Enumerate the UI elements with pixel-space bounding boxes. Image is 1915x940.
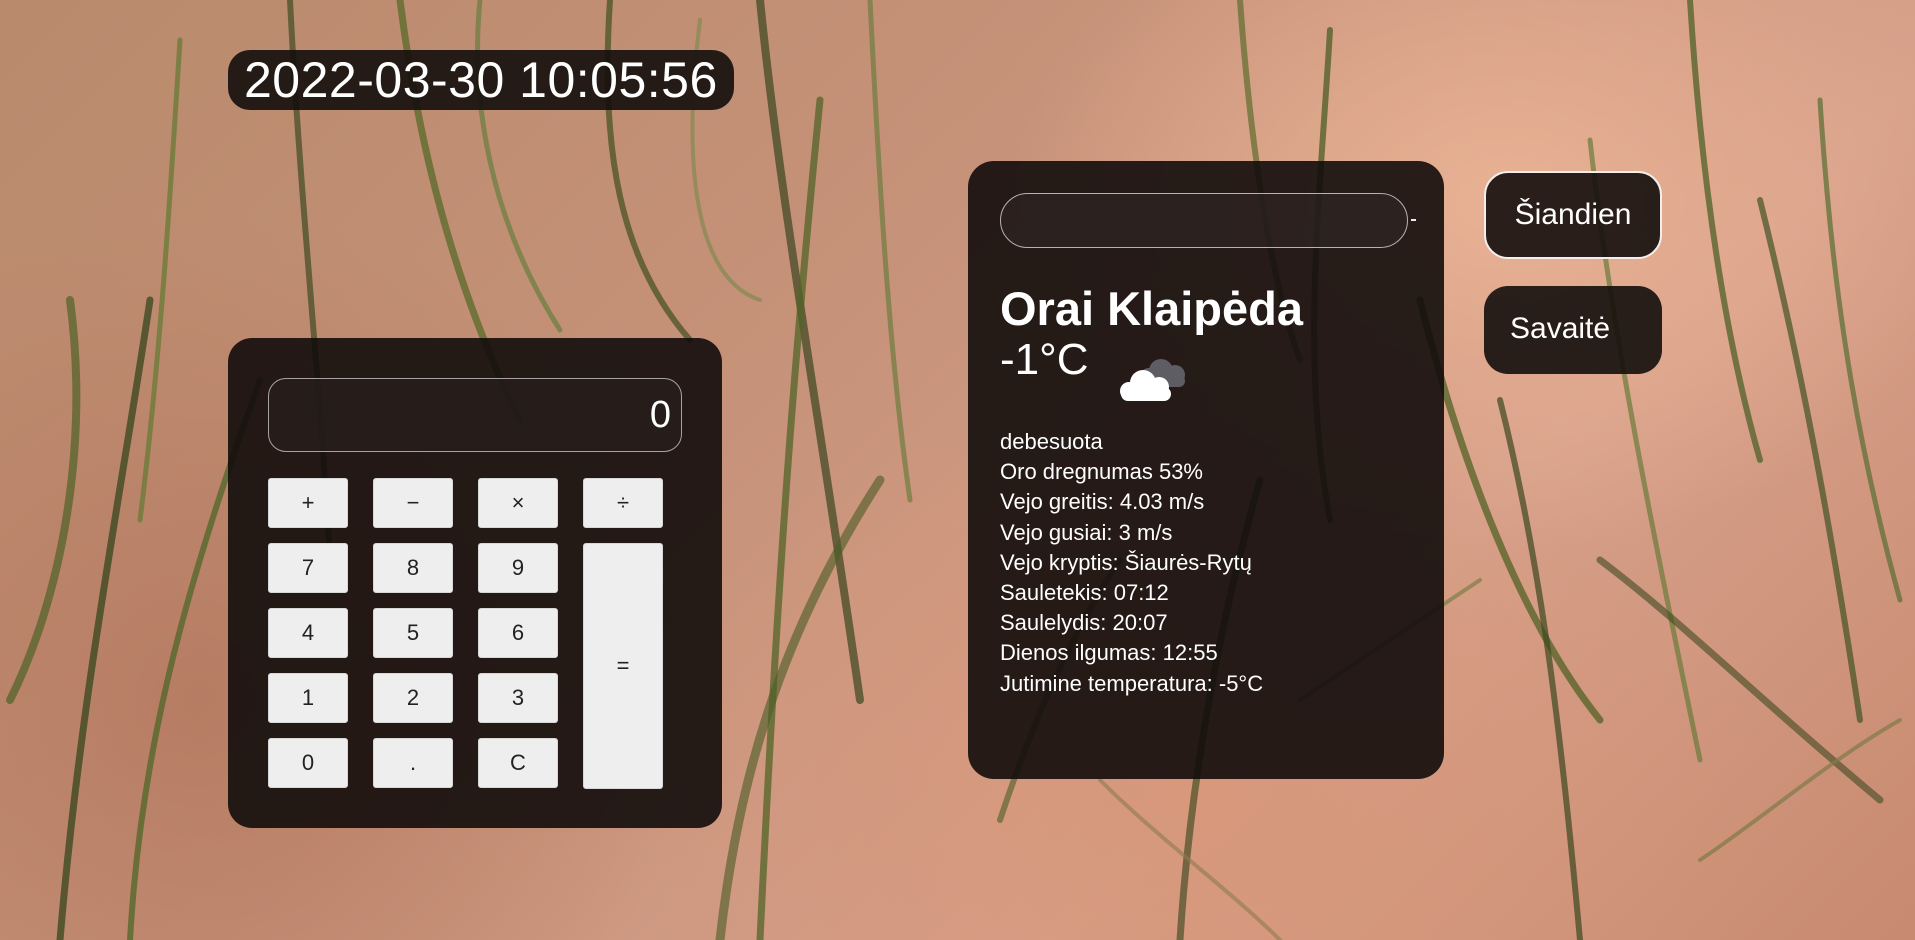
calculator-display: 0 xyxy=(268,378,682,452)
digit-7-key[interactable]: 7 xyxy=(268,543,348,593)
digit-3-key[interactable]: 3 xyxy=(478,673,558,723)
sunrise-text: Sauletekis: 07:12 xyxy=(1000,580,1169,606)
cloudy-icon xyxy=(1120,359,1185,401)
digit-6-key[interactable]: 6 xyxy=(478,608,558,658)
digit-8-key[interactable]: 8 xyxy=(373,543,453,593)
humidity-text: Oro dregnumas 53% xyxy=(1000,459,1203,485)
input-edge-mark xyxy=(1411,219,1416,221)
weather-panel: Orai Klaipėda -1°C debesuota Oro dregnum… xyxy=(968,161,1444,779)
clear-key[interactable]: C xyxy=(478,738,558,788)
day-length-text: Dienos ilgumas: 12:55 xyxy=(1000,640,1218,666)
plus-key[interactable]: + xyxy=(268,478,348,528)
digit-2-key[interactable]: 2 xyxy=(373,673,453,723)
wind-speed-text: Vejo greitis: 4.03 m/s xyxy=(1000,489,1205,515)
week-button[interactable]: Savaitė xyxy=(1484,286,1662,374)
divide-key[interactable]: ÷ xyxy=(583,478,663,528)
wind-direction-text: Vejo kryptis: Šiaurės-Rytų xyxy=(1000,549,1252,575)
digit-4-key[interactable]: 4 xyxy=(268,608,348,658)
datetime-clock: 2022-03-30 10:05:56 xyxy=(228,50,734,110)
feels-like-text: Jutimine temperatura: -5°C xyxy=(1000,670,1264,696)
minus-key[interactable]: − xyxy=(373,478,453,528)
equals-key[interactable]: = xyxy=(583,543,663,789)
multiply-key[interactable]: × xyxy=(478,478,558,528)
weather-title: Orai Klaipėda xyxy=(1000,282,1303,335)
decimal-key[interactable]: . xyxy=(373,738,453,788)
weather-description: debesuota xyxy=(1000,429,1103,454)
calculator-panel: 0 + − × ÷ 7 8 9 = 4 5 6 1 2 3 0 . C xyxy=(228,338,722,828)
digit-1-key[interactable]: 1 xyxy=(268,673,348,723)
wind-gusts-text: Vejo gusiai: 3 m/s xyxy=(1000,519,1173,545)
weather-details: debesuota Oro dregnumas 53% Vejo greitis… xyxy=(1000,427,1263,699)
current-temperature: -1°C xyxy=(1000,335,1089,384)
digit-5-key[interactable]: 5 xyxy=(373,608,453,658)
city-search-input[interactable] xyxy=(1000,193,1408,248)
digit-0-key[interactable]: 0 xyxy=(268,738,348,788)
digit-9-key[interactable]: 9 xyxy=(478,543,558,593)
today-button[interactable]: Šiandien xyxy=(1484,171,1662,259)
sunset-text: Saulelydis: 20:07 xyxy=(1000,610,1168,636)
